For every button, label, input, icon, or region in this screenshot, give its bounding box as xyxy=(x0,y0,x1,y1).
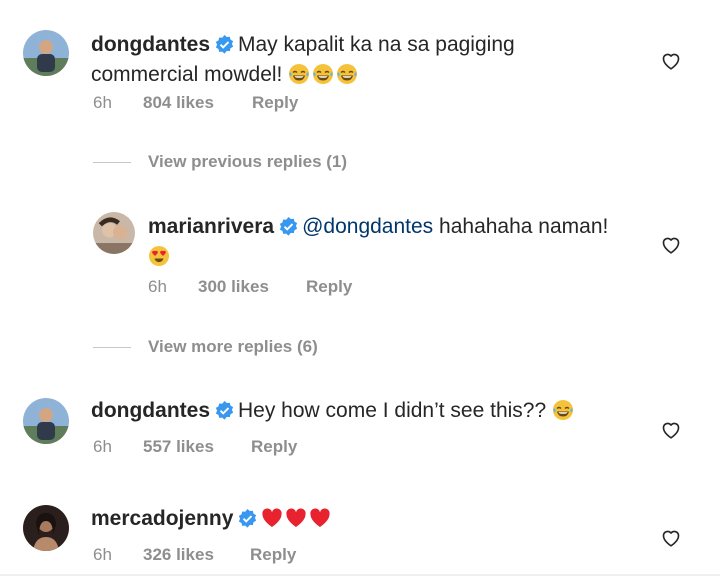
reply-button[interactable]: Reply xyxy=(252,93,298,113)
username[interactable]: marianrivera xyxy=(148,215,274,238)
comment-text: hahahaha naman! xyxy=(439,215,609,238)
comment-body: dongdantes May kapalit ka na sa pagiging … xyxy=(91,30,651,90)
heart-eyes-emoji-icon xyxy=(148,245,170,267)
heart-outline-icon[interactable] xyxy=(660,50,682,72)
verified-badge-icon xyxy=(238,509,257,528)
red-heart-emoji-icon xyxy=(309,507,331,529)
username[interactable]: mercadojenny xyxy=(91,507,233,530)
likes-count[interactable]: 326 likes xyxy=(143,545,250,565)
reply-button[interactable]: Reply xyxy=(251,437,297,457)
comment-time: 6h xyxy=(93,93,112,112)
comment-text-line2: commercial mowdel! xyxy=(91,63,283,86)
laughing-tears-emoji-icon xyxy=(288,63,310,85)
reply-body: marianrivera @dongdantes hahahaha naman! xyxy=(148,212,648,272)
laughing-tears-emoji-icon xyxy=(552,399,574,421)
comment-time: 6h xyxy=(93,545,112,564)
reply-button[interactable]: Reply xyxy=(306,277,352,297)
username[interactable]: dongdantes xyxy=(91,399,210,422)
view-previous-replies-button[interactable]: View previous replies (1) xyxy=(148,152,347,172)
verified-badge-icon xyxy=(215,401,234,420)
comment-body: dongdantes Hey how come I didn’t see this… xyxy=(91,396,651,426)
reply-meta: 6h 300 likes Reply xyxy=(148,277,352,297)
heart-outline-icon[interactable] xyxy=(660,234,682,256)
likes-count[interactable]: 300 likes xyxy=(198,277,306,297)
thread-divider xyxy=(93,347,131,348)
red-heart-emoji-icon xyxy=(285,507,307,529)
red-heart-emoji-icon xyxy=(261,507,283,529)
verified-badge-icon xyxy=(279,217,298,236)
avatar[interactable] xyxy=(23,398,69,444)
avatar[interactable] xyxy=(23,30,69,76)
heart-outline-icon[interactable] xyxy=(660,527,682,549)
verified-badge-icon xyxy=(215,35,234,54)
likes-count[interactable]: 557 likes xyxy=(143,437,251,457)
laughing-tears-emoji-icon xyxy=(312,63,334,85)
reply-button[interactable]: Reply xyxy=(250,545,296,565)
comment-text-line1: May kapalit ka na sa pagiging xyxy=(238,33,515,56)
comment-time: 6h xyxy=(148,277,167,296)
avatar[interactable] xyxy=(93,212,135,254)
comment-text: Hey how come I didn’t see this?? xyxy=(238,399,547,422)
comment-body: mercadojenny xyxy=(91,504,651,534)
thread-divider xyxy=(93,162,131,163)
username[interactable]: dongdantes xyxy=(91,33,210,56)
mention-link[interactable]: @dongdantes xyxy=(302,215,433,238)
view-more-replies-button[interactable]: View more replies (6) xyxy=(148,337,318,357)
comment-meta: 6h 804 likes Reply xyxy=(93,93,298,113)
laughing-tears-emoji-icon xyxy=(336,63,358,85)
comment-time: 6h xyxy=(93,437,112,456)
heart-outline-icon[interactable] xyxy=(660,419,682,441)
comment-meta: 6h 557 likes Reply xyxy=(93,437,297,457)
likes-count[interactable]: 804 likes xyxy=(143,93,252,113)
avatar[interactable] xyxy=(23,505,69,551)
comment-meta: 6h 326 likes Reply xyxy=(93,545,296,565)
